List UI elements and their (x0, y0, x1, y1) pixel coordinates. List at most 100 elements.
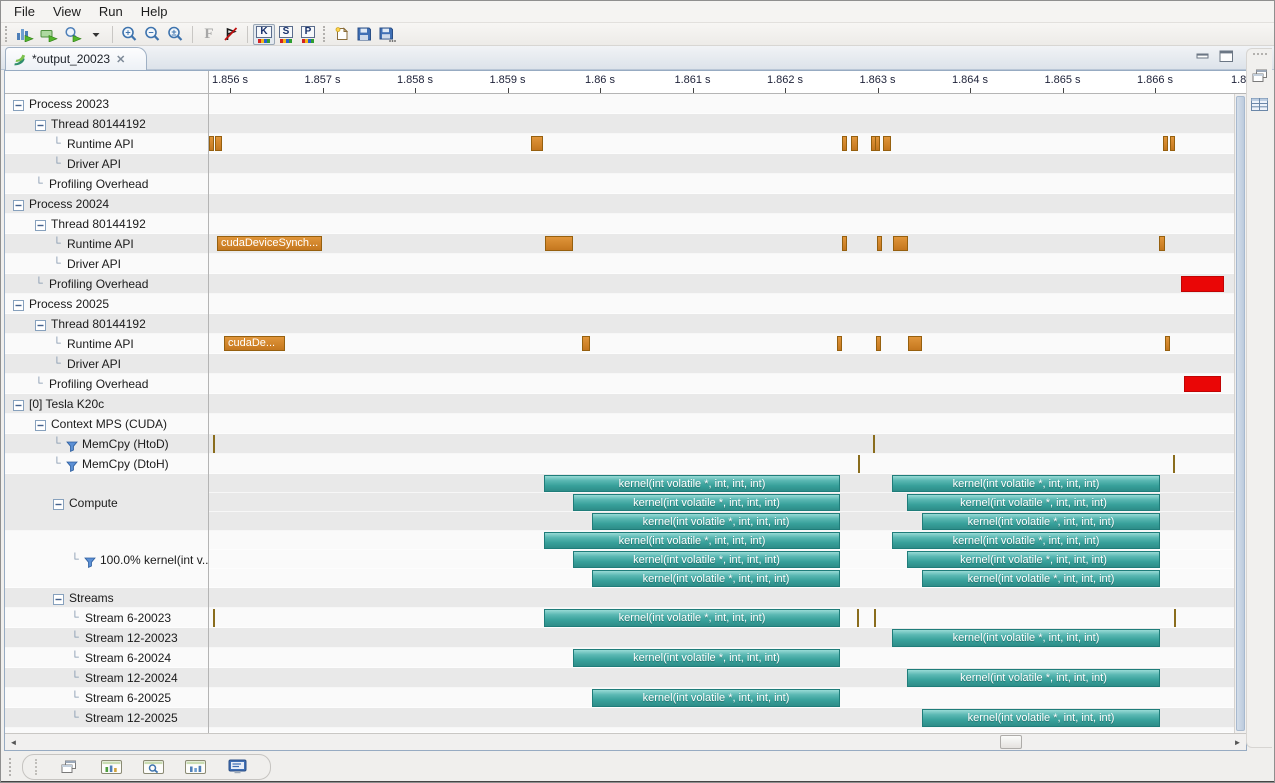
kernel-bar[interactable]: kernel(int volatile *, int, int, int) (907, 494, 1160, 511)
maximize-view-icon[interactable] (1219, 50, 1234, 68)
tree-row-thread-80144192[interactable]: Thread 80144192 (5, 214, 208, 234)
kernel-bar[interactable]: kernel(int volatile *, int, int, int) (573, 649, 840, 667)
zoom-in-icon[interactable]: + (118, 24, 141, 45)
memcpy-tick[interactable] (213, 435, 215, 453)
runtime-api-bar[interactable] (893, 236, 908, 251)
kernel-bar[interactable]: kernel(int volatile *, int, int, int) (592, 570, 840, 587)
color-by-stream-icon[interactable]: S (275, 24, 297, 45)
memcpy-tick[interactable] (1173, 455, 1175, 473)
profiling-overhead-bar[interactable] (1184, 376, 1221, 392)
runtime-api-bar[interactable] (209, 136, 214, 151)
runtime-api-bar[interactable] (582, 336, 590, 351)
save-icon[interactable] (353, 24, 375, 45)
tree-row-process-20024[interactable]: Process 20024 (5, 194, 208, 214)
memcpy-tick[interactable] (1174, 609, 1176, 627)
runtime-api-bar[interactable] (851, 136, 858, 151)
collapse-toggle-icon[interactable] (13, 298, 24, 309)
save-all-icon[interactable] (375, 24, 399, 45)
tree-row-stream-12-20025[interactable]: └Stream 12-20025 (5, 708, 208, 728)
toolbar-drag-handle[interactable] (5, 26, 8, 42)
collapse-toggle-icon[interactable] (53, 592, 64, 603)
tree-row-stream-6-20025[interactable]: └Stream 6-20025 (5, 688, 208, 708)
run-analysis-icon[interactable] (37, 24, 61, 45)
tree-row-process-20025[interactable]: Process 20025 (5, 294, 208, 314)
tree-row-compute[interactable]: Compute (5, 474, 208, 531)
menu-file[interactable]: File (5, 2, 44, 21)
kernel-bar[interactable]: kernel(int volatile *, int, int, int) (544, 609, 840, 627)
runtime-api-bar[interactable] (837, 336, 842, 351)
runtime-api-bar[interactable]: cudaDe... (224, 336, 285, 351)
tree-row-stream-6-20023[interactable]: └Stream 6-20023 (5, 608, 208, 628)
profile-application-icon[interactable] (13, 24, 37, 45)
kernel-bar[interactable]: kernel(int volatile *, int, int, int) (892, 629, 1160, 647)
group-drag-handle[interactable] (35, 759, 38, 775)
scroll-left-arrow-icon[interactable]: ◄ (5, 734, 22, 750)
tree-row-runtime-api[interactable]: └Runtime API (5, 334, 208, 354)
horizontal-scrollbar[interactable]: ◄ ► (5, 733, 1246, 750)
kernel-bar[interactable]: kernel(int volatile *, int, int, int) (573, 551, 840, 568)
tree-row-memcpy-dtoh[interactable]: └MemCpy (DtoH) (5, 454, 208, 474)
kernel-bar[interactable]: kernel(int volatile *, int, int, int) (544, 475, 840, 492)
zoom-out-icon[interactable]: − (141, 24, 164, 45)
kernel-bar[interactable]: kernel(int volatile *, int, int, int) (544, 532, 840, 549)
runtime-api-bar[interactable] (545, 236, 573, 251)
fit-letter-icon[interactable]: F (198, 24, 220, 45)
tree-row-thread-80144192[interactable]: Thread 80144192 (5, 114, 208, 134)
tab-close-icon[interactable]: ✕ (116, 53, 125, 66)
console-view-icon[interactable] (223, 756, 251, 778)
goto-marker-icon[interactable] (220, 24, 242, 45)
runtime-api-bar[interactable] (842, 236, 847, 251)
kernel-bar[interactable]: kernel(int volatile *, int, int, int) (573, 494, 840, 511)
tree-row-profiling-overhead[interactable]: └Profiling Overhead (5, 374, 208, 394)
tree-row-runtime-api[interactable]: └Runtime API (5, 134, 208, 154)
memcpy-tick[interactable] (857, 609, 859, 627)
runtime-api-bar[interactable] (531, 136, 543, 151)
kernel-bar[interactable]: kernel(int volatile *, int, int, int) (922, 570, 1160, 587)
tree-row-memcpy-htod[interactable]: └MemCpy (HtoD) (5, 434, 208, 454)
menu-help[interactable]: Help (132, 2, 177, 21)
tree-row-profiling-overhead[interactable]: └Profiling Overhead (5, 274, 208, 294)
tree-row-stream-12-20023[interactable]: └Stream 12-20023 (5, 628, 208, 648)
collapse-toggle-icon[interactable] (35, 118, 46, 129)
tree-row-process-20023[interactable]: Process 20023 (5, 94, 208, 114)
vertical-scrollbar-thumb[interactable] (1236, 96, 1245, 731)
menu-view[interactable]: View (44, 2, 90, 21)
memcpy-tick[interactable] (873, 435, 875, 453)
color-by-process-icon[interactable]: P (297, 24, 319, 45)
zoom-reset-icon[interactable]: ± (164, 24, 187, 45)
kernel-bar[interactable]: kernel(int volatile *, int, int, int) (892, 475, 1160, 492)
runtime-api-bar[interactable] (875, 136, 880, 151)
collapse-toggle-icon[interactable] (35, 218, 46, 229)
properties-table-icon[interactable] (1250, 95, 1270, 113)
tree-row-profiling-overhead[interactable]: └Profiling Overhead (5, 174, 208, 194)
memcpy-tick[interactable] (858, 455, 860, 473)
tree-row-driver-api[interactable]: └Driver API (5, 254, 208, 274)
kernel-bar[interactable]: kernel(int volatile *, int, int, int) (892, 532, 1160, 549)
collapse-toggle-icon[interactable] (53, 497, 64, 508)
collapse-toggle-icon[interactable] (13, 398, 24, 409)
collapse-toggle-icon[interactable] (35, 318, 46, 329)
tree-row-runtime-api[interactable]: └Runtime API (5, 234, 208, 254)
panel-drag-handle[interactable] (1253, 53, 1267, 57)
kernel-bar[interactable]: kernel(int volatile *, int, int, int) (592, 689, 840, 707)
collapse-toggle-icon[interactable] (13, 98, 24, 109)
runtime-api-bar[interactable] (908, 336, 922, 351)
new-view-icon[interactable] (331, 24, 353, 45)
runtime-api-bar[interactable] (1163, 136, 1168, 151)
kernel-bar[interactable]: kernel(int volatile *, int, int, int) (907, 669, 1160, 687)
horizontal-scrollbar-track[interactable] (22, 734, 1229, 750)
runtime-api-bar[interactable] (842, 136, 847, 151)
kernel-bar[interactable]: kernel(int volatile *, int, int, int) (922, 709, 1160, 727)
inspect-dropdown-caret-icon[interactable] (85, 24, 107, 45)
profiling-overhead-bar[interactable] (1181, 276, 1224, 292)
color-by-kernel-icon[interactable]: K (253, 24, 275, 45)
memcpy-tick[interactable] (213, 609, 215, 627)
runtime-api-bar[interactable] (877, 236, 882, 251)
kernel-bar[interactable]: kernel(int volatile *, int, int, int) (592, 513, 840, 530)
details-view-icon[interactable] (139, 756, 167, 778)
minimize-view-icon[interactable] (1196, 50, 1210, 68)
runtime-api-bar[interactable] (876, 336, 881, 351)
tab-output-20023[interactable]: *output_20023 ✕ (5, 47, 147, 70)
vertical-scrollbar[interactable] (1234, 94, 1246, 733)
metrics-view-icon[interactable] (181, 756, 209, 778)
